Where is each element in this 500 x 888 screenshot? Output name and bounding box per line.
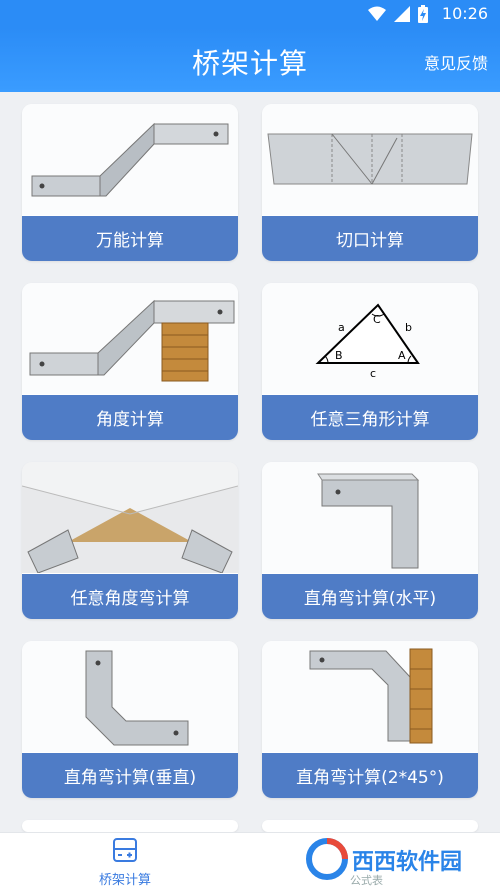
card-label: 切口计算 <box>262 216 478 261</box>
watermark-sub: 公式表 <box>350 874 383 887</box>
calculator-icon <box>113 838 137 862</box>
universal-calc-illustration <box>22 104 238 215</box>
card-right-angle-horizontal[interactable]: 直角弯计算(水平) <box>262 462 478 619</box>
card-right-angle-vertical[interactable]: 直角弯计算(垂直) <box>22 641 238 798</box>
card-label: 万能计算 <box>22 216 238 261</box>
wifi-icon <box>368 6 386 21</box>
status-icons <box>368 5 428 23</box>
card-angle-calc[interactable]: 角度计算 <box>22 283 238 440</box>
triangle-label-a: a <box>338 321 345 334</box>
angle-calc-illustration <box>22 283 238 394</box>
card-label: 直角弯计算(2*45°) <box>262 753 478 798</box>
card-universal-calc[interactable]: 万能计算 <box>22 104 238 261</box>
triangle-label-b: b <box>405 321 412 334</box>
card-label: 直角弯计算(水平) <box>262 574 478 619</box>
app-bar: 桥架计算 意见反馈 <box>0 28 500 92</box>
card-partial <box>22 820 238 832</box>
triangle-label-C: C <box>373 313 381 326</box>
card-label: 直角弯计算(垂直) <box>22 753 238 798</box>
card-cut-calc[interactable]: 切口计算 <box>262 104 478 261</box>
feedback-button[interactable]: 意见反馈 <box>424 50 488 74</box>
card-label: 任意三角形计算 <box>262 395 478 440</box>
card-triangle-calc[interactable]: a b c A B C 任意三角形计算 <box>262 283 478 440</box>
card-partial <box>262 820 478 832</box>
watermark: 西西软件园 公式表 <box>300 836 490 887</box>
battery-charging-icon <box>418 5 428 23</box>
card-label: 任意角度弯计算 <box>22 574 238 619</box>
any-angle-bend-illustration <box>22 462 238 574</box>
card-right-angle-2x45[interactable]: 直角弯计算(2*45°) <box>262 641 478 798</box>
right-angle-horizontal-illustration <box>262 462 478 573</box>
card-any-angle-bend[interactable]: 任意角度弯计算 <box>22 462 238 619</box>
status-bar: 10:26 <box>0 0 500 28</box>
triangle-label-A: A <box>398 349 406 362</box>
status-time: 10:26 <box>441 4 488 23</box>
tab-label: 桥架计算 <box>98 873 151 888</box>
watermark-logo-icon <box>306 838 348 880</box>
triangle-illustration: a b c A B C <box>262 283 478 394</box>
right-angle-vertical-illustration <box>22 641 238 752</box>
triangle-label-B: B <box>335 349 343 362</box>
right-angle-2x45-illustration <box>262 641 478 752</box>
cut-calc-illustration <box>262 104 478 215</box>
card-label: 角度计算 <box>22 395 238 440</box>
tab-bridge-calc[interactable]: 桥架计算 <box>82 837 168 888</box>
signal-icon <box>394 6 410 22</box>
triangle-label-c: c <box>370 367 376 380</box>
